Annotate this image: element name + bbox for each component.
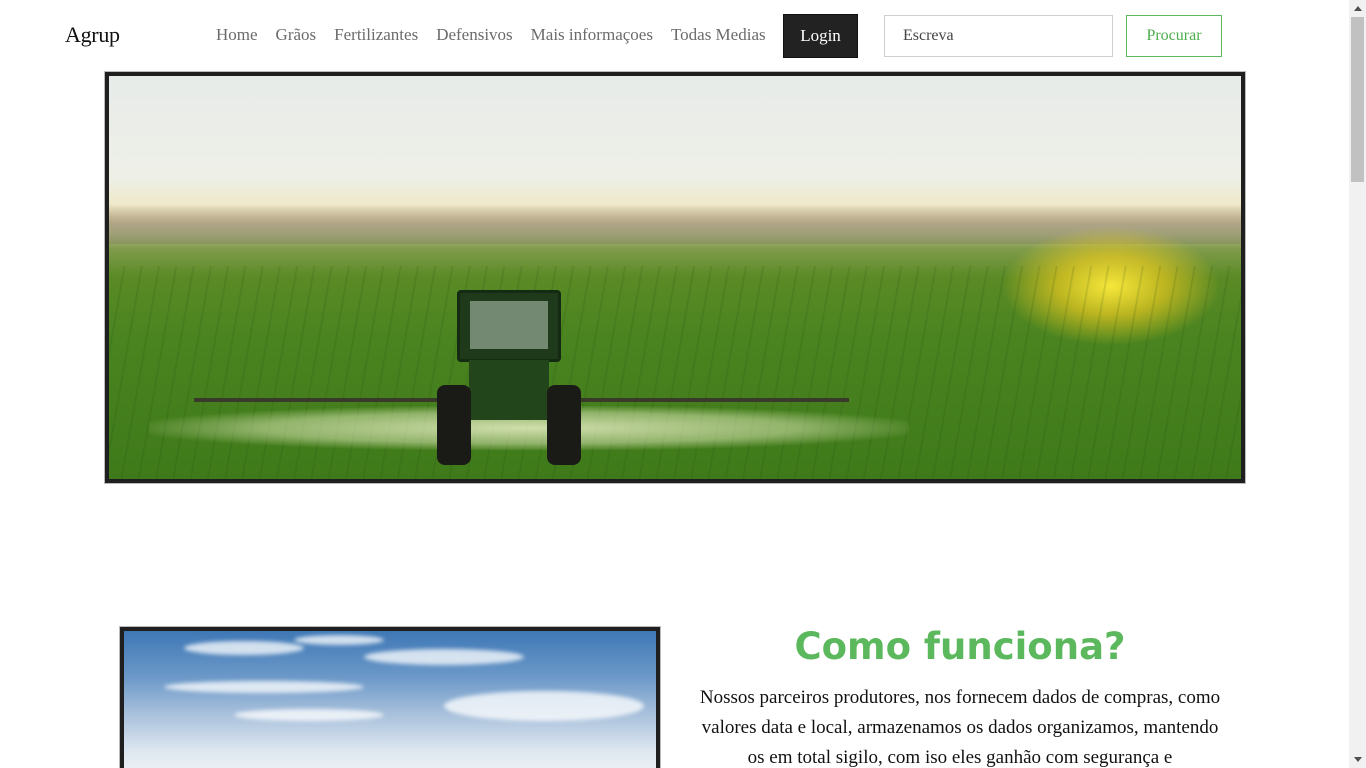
tractor-cab <box>457 290 561 362</box>
login-button[interactable]: Login <box>783 14 858 58</box>
nav-link-fertilizantes[interactable]: Fertilizantes <box>334 25 418 45</box>
tractor-glass <box>470 301 548 349</box>
brand-logo[interactable]: Agrup <box>65 22 120 48</box>
how-it-works-title: Como funciona? <box>794 625 1126 668</box>
tractor-body <box>469 360 549 420</box>
sky-cloud <box>294 635 384 645</box>
nav-link-graos[interactable]: Grãos <box>276 25 317 45</box>
sky-cloud <box>184 641 304 655</box>
main-nav: Home Grãos Fertilizantes Defensivos Mais… <box>216 25 784 45</box>
search-button[interactable]: Procurar <box>1126 15 1222 57</box>
page-scrollbar[interactable] <box>1349 0 1366 768</box>
section-image-sky-field <box>120 627 660 768</box>
hero-crop-rows <box>109 266 1241 479</box>
nav-link-defensivos[interactable]: Defensivos <box>436 25 512 45</box>
page: Agrup Home Grãos Fertilizantes Defensivo… <box>0 0 1349 768</box>
nav-link-home[interactable]: Home <box>216 25 258 45</box>
how-it-works-text: Nossos parceiros produtores, nos fornece… <box>699 687 1221 768</box>
sky-cloud <box>234 709 384 721</box>
scroll-thumb[interactable] <box>1351 17 1364 182</box>
tractor-wheel-left <box>437 385 471 465</box>
tractor-wheel-right <box>547 385 581 465</box>
hero-tractor <box>437 290 581 465</box>
sky-cloud <box>364 649 524 665</box>
nav-link-mais-informacoes[interactable]: Mais informaçoes <box>531 25 653 45</box>
sky-cloud <box>444 691 644 721</box>
scroll-up-arrow-icon[interactable] <box>1349 0 1366 17</box>
hero-image-tractor-field <box>105 72 1245 483</box>
scroll-down-arrow-icon[interactable] <box>1349 751 1366 768</box>
navbar: Agrup Home Grãos Fertilizantes Defensivo… <box>0 0 1349 70</box>
search-input[interactable] <box>884 15 1113 57</box>
sky-cloud <box>164 681 364 693</box>
nav-link-todas-medias[interactable]: Todas Medias <box>671 25 766 45</box>
